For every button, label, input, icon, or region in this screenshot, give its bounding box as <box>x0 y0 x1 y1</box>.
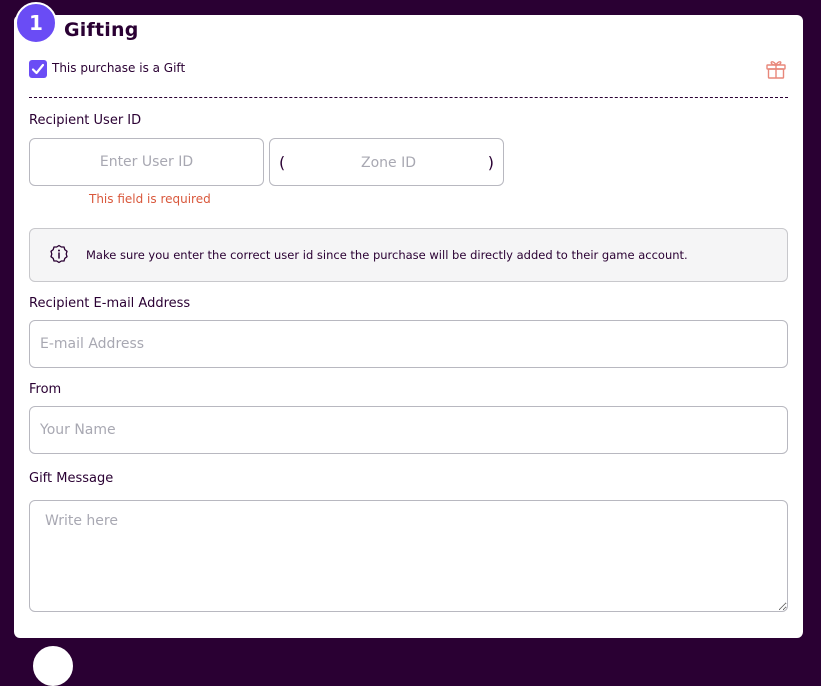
gift-message-label: Gift Message <box>29 471 114 486</box>
next-step-badge <box>33 646 73 686</box>
section-divider <box>29 97 788 98</box>
zone-id-input[interactable] <box>294 140 483 186</box>
step-number-badge: 1 <box>15 2 57 44</box>
zone-paren-close: ) <box>487 153 494 172</box>
recipient-user-id-label: Recipient User ID <box>29 113 142 128</box>
checkmark-icon <box>31 63 45 75</box>
gift-icon <box>766 61 786 79</box>
user-id-notice: Make sure you enter the correct user id … <box>29 228 788 282</box>
is-gift-checkbox[interactable] <box>29 60 47 78</box>
section-title: Gifting <box>64 19 139 41</box>
email-input[interactable] <box>29 320 788 368</box>
notice-text: Make sure you enter the correct user id … <box>86 248 688 262</box>
zone-id-field[interactable]: ( ) <box>269 138 504 186</box>
gift-message-textarea[interactable] <box>29 500 788 612</box>
from-name-input[interactable] <box>29 406 788 454</box>
email-label: Recipient E-mail Address <box>29 296 191 311</box>
is-gift-label[interactable]: This purchase is a Gift <box>52 61 185 75</box>
zone-paren-open: ( <box>279 153 286 172</box>
required-error-text: This field is required <box>89 192 211 206</box>
user-id-input[interactable] <box>29 138 264 186</box>
info-icon <box>50 244 68 264</box>
from-label: From <box>29 382 62 397</box>
